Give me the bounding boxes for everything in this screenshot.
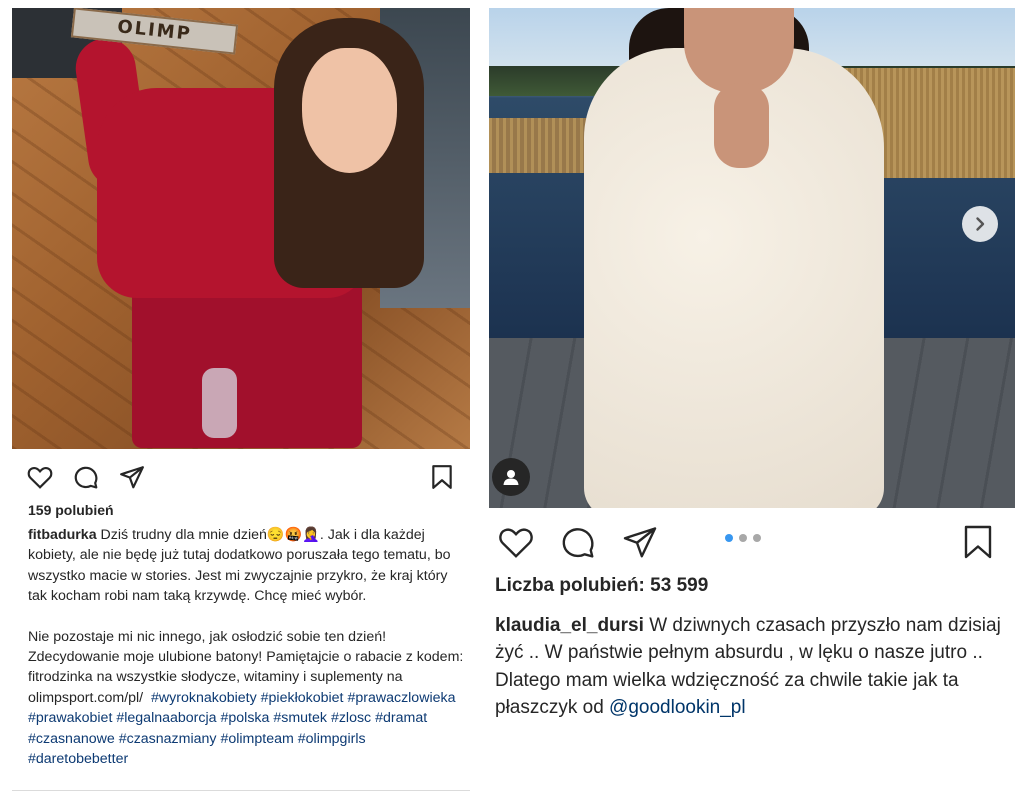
hashtag-link[interactable]: #olimpteam xyxy=(220,731,293,747)
carousel-dot-active xyxy=(725,534,733,542)
divider xyxy=(12,790,470,791)
hashtag-link[interactable]: #zlosc xyxy=(331,710,371,726)
sneaker xyxy=(202,368,237,438)
carousel-indicator xyxy=(725,534,761,542)
hashtag-link[interactable]: #piekłokobiet xyxy=(261,690,344,706)
hashtag-link[interactable]: #smutek xyxy=(273,710,327,726)
mention-link[interactable]: @goodlookin_pl xyxy=(609,697,746,718)
likes-count[interactable]: Liczba polubień: 53 599 xyxy=(495,575,708,597)
face xyxy=(302,48,397,173)
hashtag-link[interactable]: #prawakobiet xyxy=(28,710,112,726)
chevron-right-icon[interactable] xyxy=(962,206,998,242)
username-link[interactable]: klaudia_el_dursi xyxy=(495,615,644,636)
caption-text: Dlatego mam wielka wdzięczność za chwile… xyxy=(495,669,959,691)
hashtag-link[interactable]: #legalnaaborcja xyxy=(116,710,216,726)
comment-bubble-icon[interactable] xyxy=(72,463,100,491)
comment-bubble-icon[interactable] xyxy=(559,523,597,561)
post-caption: klaudia_el_dursi W dziwnych czasach przy… xyxy=(495,612,1015,722)
user-tag-icon[interactable] xyxy=(492,458,530,496)
paper-plane-icon[interactable] xyxy=(621,523,659,561)
carousel-dot xyxy=(739,534,747,542)
paper-plane-icon[interactable] xyxy=(118,463,146,491)
hashtag-link[interactable]: #czasnanowe xyxy=(28,731,115,747)
hashtag-link[interactable]: #polska xyxy=(221,710,270,726)
post-photo[interactable] xyxy=(489,8,1015,508)
hand xyxy=(714,83,769,168)
hashtag-link[interactable]: #wyroknakobiety xyxy=(151,690,257,706)
hashtag-link[interactable]: #prawaczlowieka xyxy=(347,690,455,706)
post-photo[interactable]: OLIMP xyxy=(12,8,470,449)
username-link[interactable]: fitbadurka xyxy=(28,527,97,543)
heart-icon[interactable] xyxy=(26,463,54,491)
hashtag-link[interactable]: #dramat xyxy=(375,710,427,726)
reeds xyxy=(489,118,599,173)
hashtag-link[interactable]: #daretobebetter xyxy=(28,751,128,767)
carousel-dot xyxy=(753,534,761,542)
post-caption: fitbadurka Dziś trudny dla mnie dzień😔🤬🤦… xyxy=(28,525,468,769)
bookmark-icon[interactable] xyxy=(428,463,456,491)
left-post: OLIMP 159 polubień fitbadurka Dziś trudn… xyxy=(0,0,480,801)
likes-count[interactable]: 159 polubień xyxy=(28,502,114,518)
post-actions xyxy=(497,522,997,562)
bookmark-icon[interactable] xyxy=(959,523,997,561)
heart-icon[interactable] xyxy=(497,523,535,561)
hashtag-link[interactable]: #olimpgirls xyxy=(298,731,366,747)
post-actions xyxy=(26,461,456,493)
caption-text: płaszczyk od xyxy=(495,697,610,719)
hashtag-link[interactable]: #czasnazmiany xyxy=(119,731,217,747)
